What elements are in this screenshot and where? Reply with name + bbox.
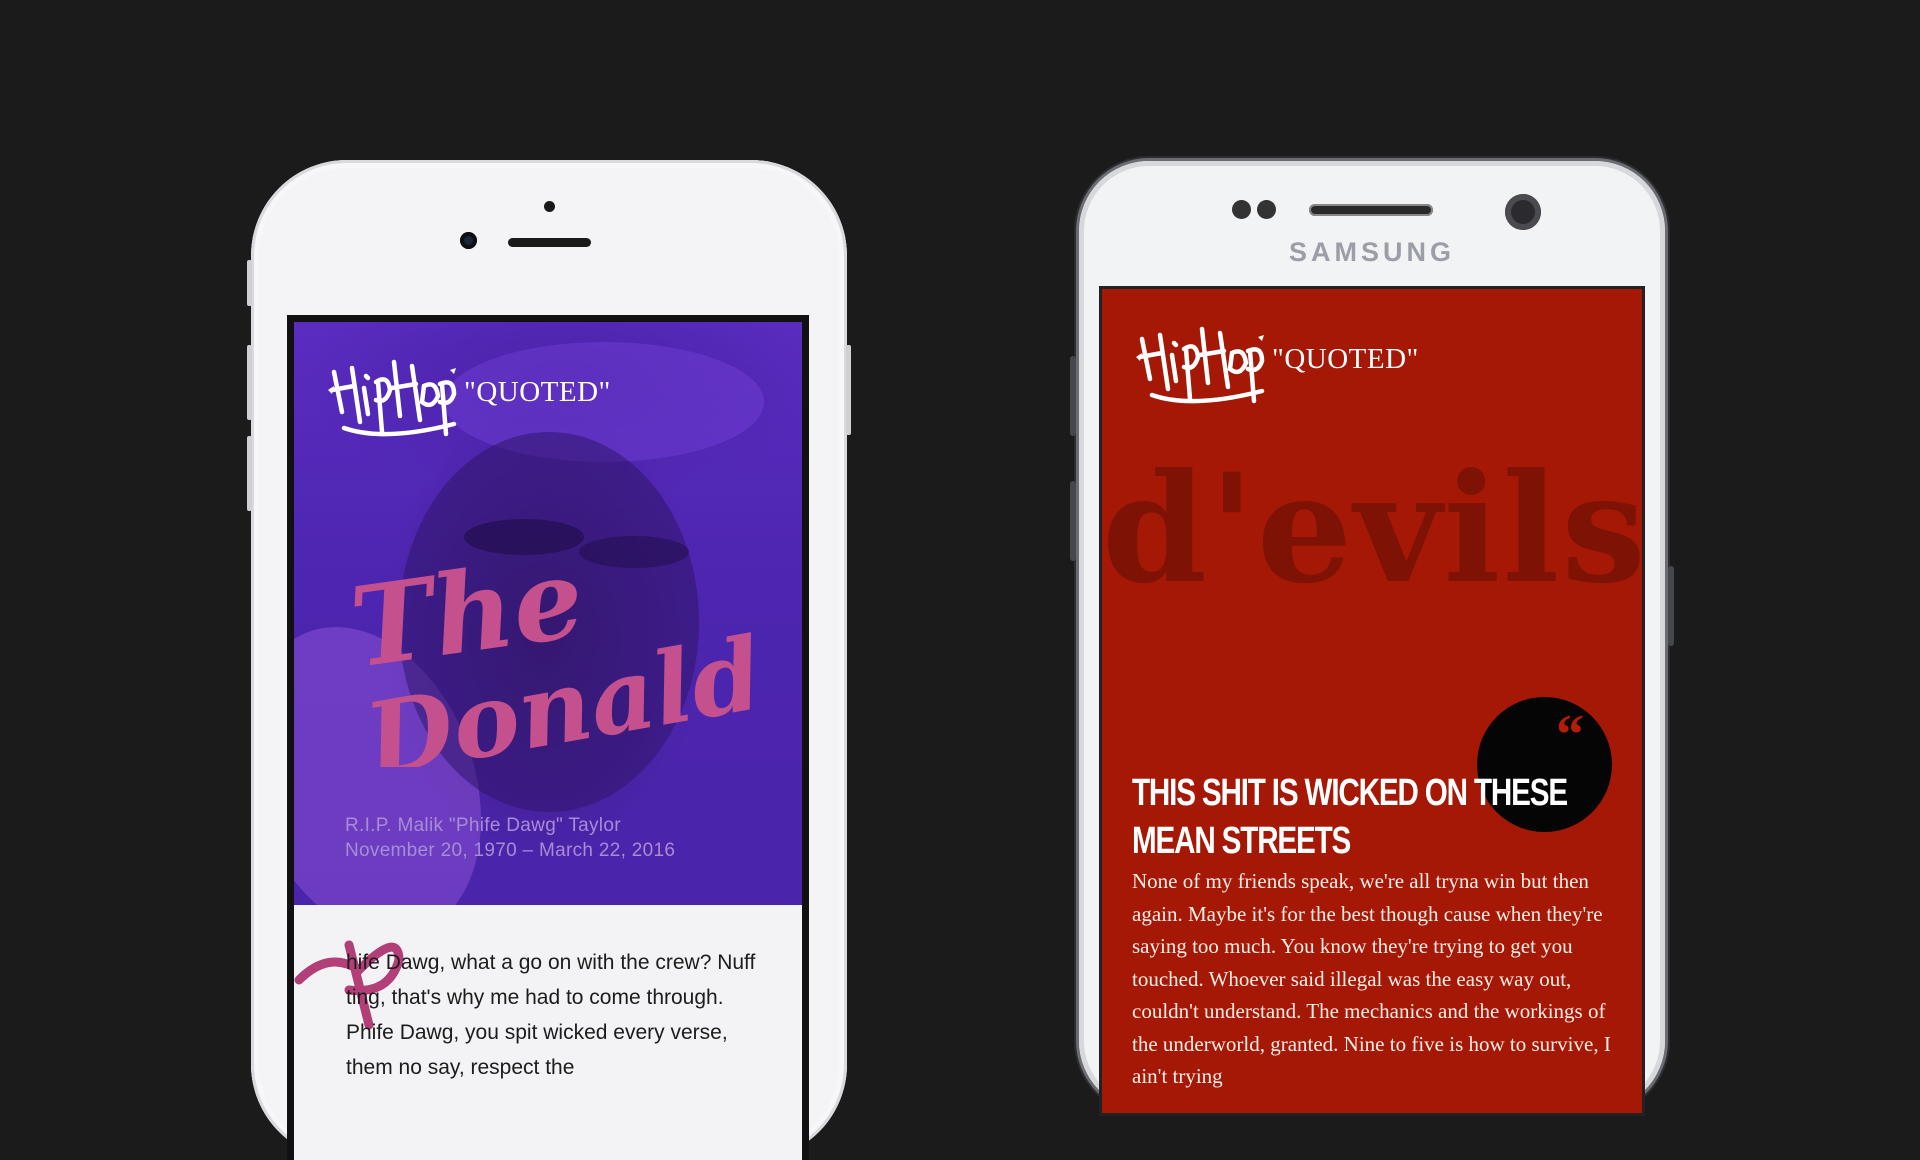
bixby-button — [1070, 481, 1076, 561]
logo-quoted-text: "QUOTED" — [464, 376, 611, 408]
device-brand: SAMSUNG — [1288, 237, 1455, 267]
earpiece-speaker — [1309, 204, 1433, 216]
hiphop-graffiti-logo — [1136, 326, 1265, 404]
featured-word: d'evils — [1102, 441, 1645, 617]
power-button — [1668, 566, 1674, 646]
power-button — [846, 345, 851, 435]
earpiece-speaker — [508, 238, 591, 247]
hero-banner: "QUOTED" The Donald R.I.P. Malik "Phife … — [294, 322, 802, 905]
proximity-sensor — [544, 201, 555, 212]
sensor-dot-2 — [1257, 200, 1276, 219]
site-logo[interactable]: "QUOTED" — [324, 342, 624, 452]
logo-quoted-text: "QUOTED" — [1272, 343, 1419, 375]
article-text: None of my friends speak, we're all tryn… — [1132, 869, 1611, 1088]
hero-title-graffiti: The Donald — [344, 547, 771, 767]
front-camera-icon — [460, 232, 477, 249]
article-body: hife Dawg, what a go on with the crew? N… — [294, 905, 802, 1160]
site-logo[interactable]: "QUOTED" — [1132, 309, 1432, 419]
mute-switch — [247, 260, 252, 306]
volume-up-button — [247, 345, 252, 420]
hiphop-graffiti-logo — [328, 359, 457, 437]
rip-caption: R.I.P. Malik "Phife Dawg" Taylor Novembe… — [345, 813, 675, 863]
samsung-screen: "QUOTED" d'evils “ THIS SHIT IS WICKED O… — [1099, 286, 1645, 1116]
samsung-device: SAMSUNG "QUOTED" d'evils “ THIS SHIT IS … — [1070, 161, 1674, 1116]
quote-headline: THIS SHIT IS WICKED ON THESE MEAN STREET… — [1132, 772, 1568, 862]
sensor-dot-1 — [1232, 200, 1251, 219]
volume-down-button — [247, 436, 252, 511]
rip-dates: November 20, 1970 – March 22, 2016 — [345, 840, 676, 861]
article-text: hife Dawg, what a go on with the crew? N… — [346, 951, 756, 1079]
rip-name: R.I.P. Malik "Phife Dawg" Taylor — [345, 815, 621, 836]
volume-button — [1070, 356, 1076, 436]
front-camera-icon — [1505, 194, 1541, 230]
iphone-screen: "QUOTED" The Donald R.I.P. Malik "Phife … — [287, 315, 809, 1160]
quote-mark-icon: “ — [1556, 704, 1584, 766]
iphone-device: "QUOTED" The Donald R.I.P. Malik "Phife … — [247, 160, 851, 1160]
